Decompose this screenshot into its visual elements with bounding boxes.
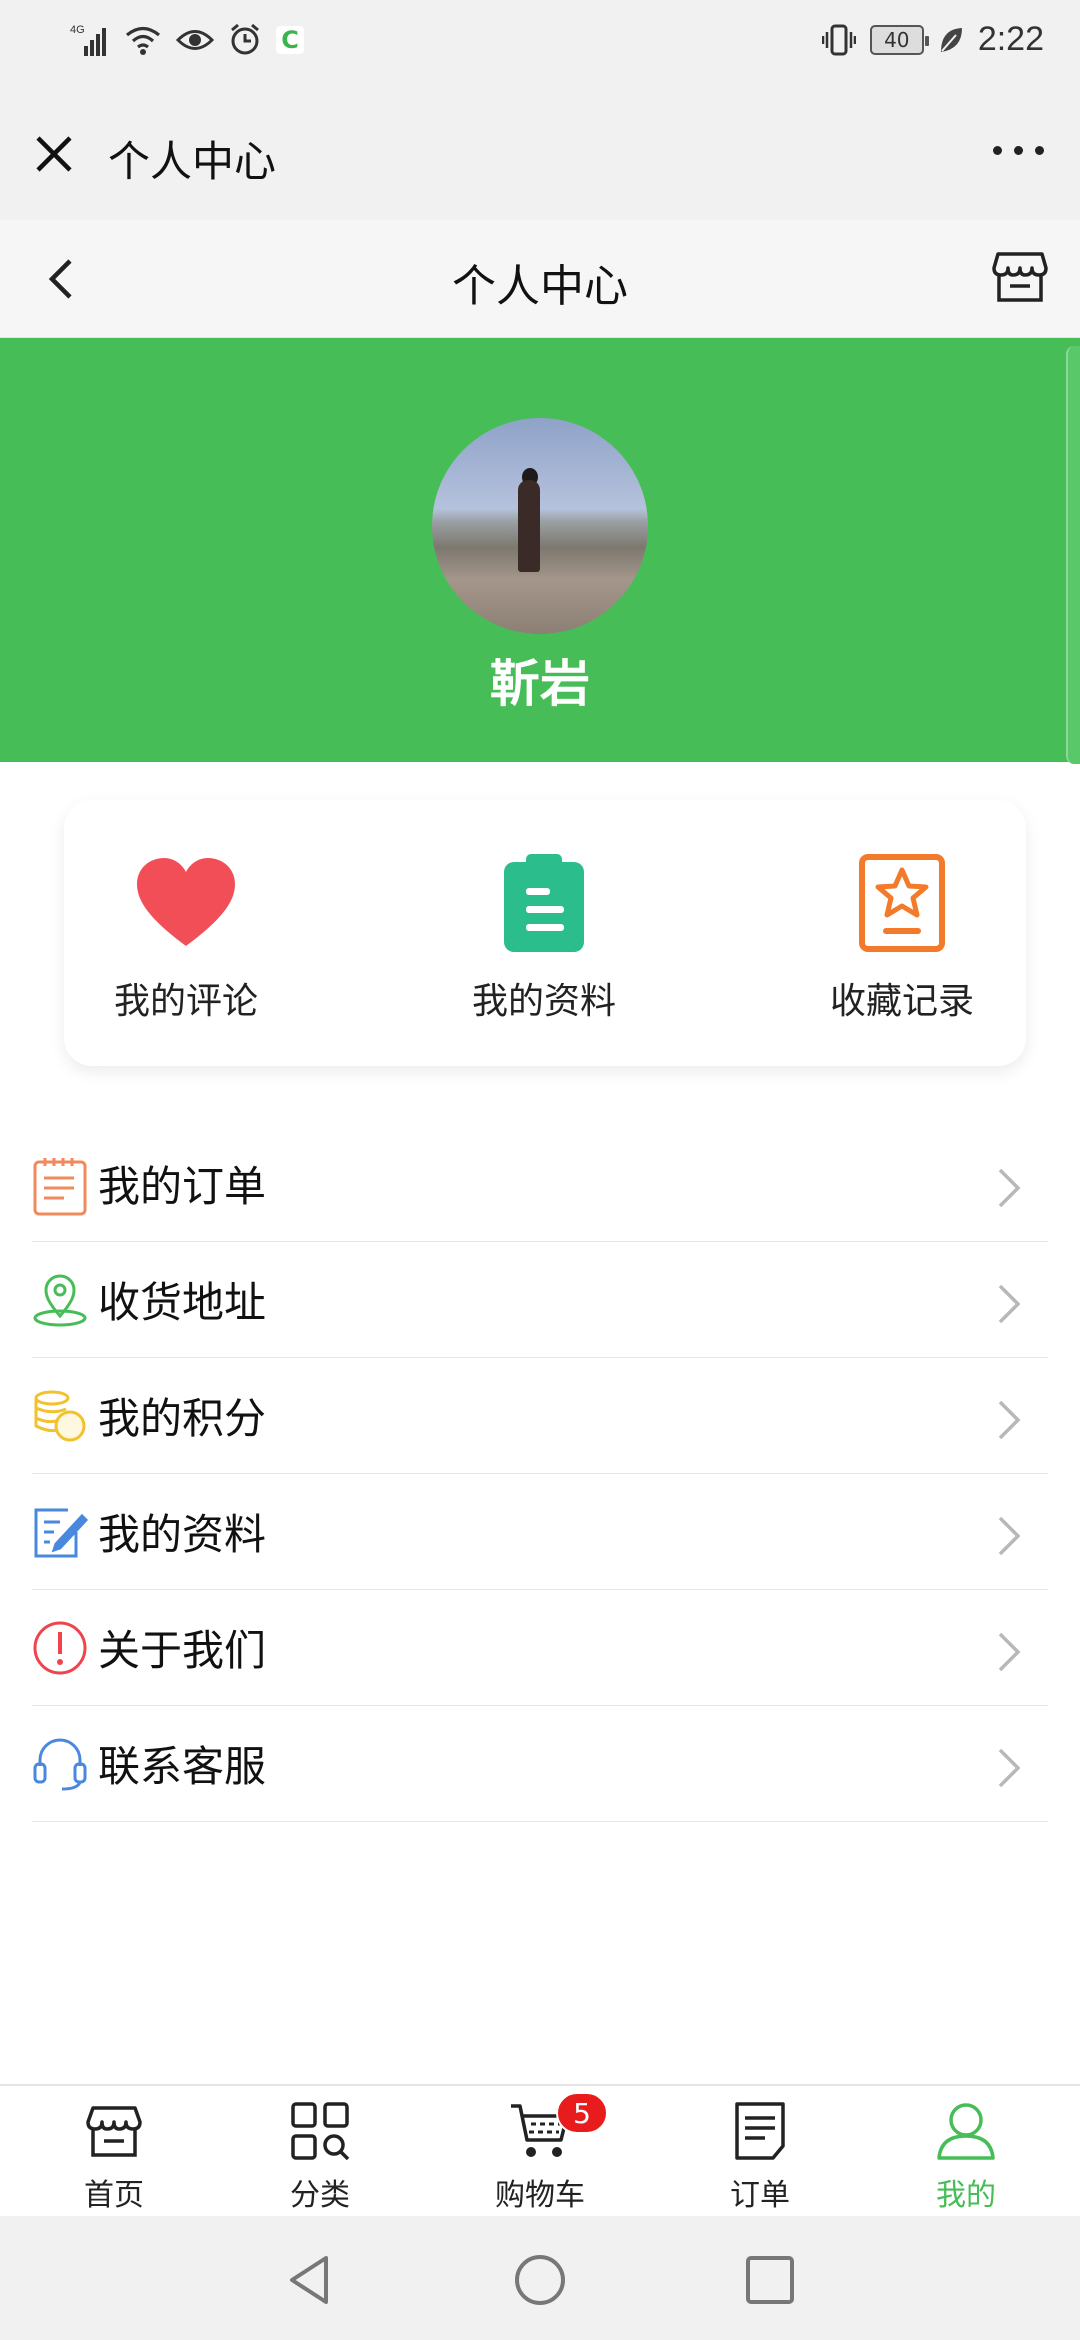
coins-icon (32, 1388, 88, 1444)
tab-label: 订单 (730, 2178, 790, 2213)
clipboard-icon (489, 854, 599, 954)
quick-action-my-reviews[interactable]: 我的评论 (66, 854, 306, 1024)
chevron-right-icon (992, 1746, 1026, 1790)
page-header: 个人中心 (0, 220, 1080, 338)
cart-badge: 5 (556, 2092, 608, 2134)
tab-label: 首页 (84, 2178, 144, 2213)
menu-item-points[interactable]: 我的积分 (32, 1358, 1048, 1474)
headset-icon (32, 1736, 88, 1792)
tab-mine[interactable]: 我的 (886, 2100, 1046, 2214)
menu-item-label: 我的资料 (98, 1510, 267, 1559)
menu-item-orders[interactable]: 我的订单 (32, 1126, 1048, 1242)
menu-item-label: 我的订单 (98, 1162, 267, 1211)
network-type: 4G (70, 24, 85, 36)
chevron-right-icon (992, 1630, 1026, 1674)
menu-item-label: 联系客服 (98, 1742, 267, 1791)
chevron-right-icon (992, 1282, 1026, 1326)
tab-label: 我的 (936, 2178, 996, 2213)
close-icon[interactable] (28, 128, 80, 180)
quick-action-label: 我的评论 (113, 981, 258, 1022)
user-icon (935, 2100, 997, 2162)
signal-icon: 4G (70, 22, 110, 58)
wechat-title: 个人中心 (108, 137, 277, 186)
tab-home[interactable]: 首页 (34, 2100, 194, 2214)
store-icon[interactable] (988, 244, 1052, 308)
app-c-icon: C (276, 26, 304, 54)
star-bookmark-icon (847, 854, 957, 954)
eye-icon (176, 25, 214, 55)
category-grid-icon (289, 2100, 351, 2162)
order-list-icon (32, 1156, 88, 1215)
status-bar: 4G C 40 2:22 (0, 0, 1080, 92)
more-options-icon[interactable] (993, 146, 1044, 155)
nav-recents-icon[interactable] (740, 2250, 800, 2310)
menu-item-label: 关于我们 (98, 1626, 267, 1675)
bottom-tab-bar: 首页 分类 5 购物车 订单 我的 (0, 2084, 1080, 2216)
menu-item-label: 收货地址 (98, 1278, 267, 1327)
scroll-indicator (1066, 346, 1080, 764)
avatar-person (518, 480, 540, 572)
location-pin-icon (32, 1272, 88, 1328)
tab-label: 购物车 (495, 2178, 585, 2213)
page-title: 个人中心 (452, 261, 628, 312)
username: 靳岩 (490, 655, 590, 713)
tab-label: 分类 (290, 2178, 350, 2213)
alarm-icon (228, 23, 262, 57)
tab-category[interactable]: 分类 (240, 2100, 400, 2214)
clock-time: 2:22 (977, 20, 1044, 58)
vibrate-icon (821, 23, 856, 57)
alert-circle-icon (32, 1620, 88, 1676)
status-right: 40 2:22 (821, 20, 1044, 59)
menu-item-support[interactable]: 联系客服 (32, 1706, 1048, 1822)
menu-item-profile[interactable]: 我的资料 (32, 1474, 1048, 1590)
quick-action-my-profile[interactable]: 我的资料 (424, 854, 664, 1024)
wechat-title-bar: 个人中心 (0, 92, 1080, 220)
store-icon (83, 2100, 145, 2162)
system-nav-bar (0, 2216, 1080, 2340)
quick-action-label: 我的资料 (471, 981, 616, 1022)
leaf-icon (938, 25, 964, 55)
nav-home-icon[interactable] (510, 2250, 570, 2310)
chevron-right-icon (992, 1514, 1026, 1558)
nav-back-icon[interactable] (280, 2250, 340, 2310)
order-doc-icon (729, 2100, 791, 2162)
menu-item-about[interactable]: 关于我们 (32, 1590, 1048, 1706)
wifi-icon (124, 24, 162, 56)
quick-action-favorites[interactable]: 收藏记录 (782, 854, 1022, 1024)
menu-item-label: 我的积分 (98, 1394, 267, 1443)
heart-icon (131, 854, 241, 954)
tab-cart[interactable]: 5 购物车 (460, 2092, 620, 2214)
chevron-right-icon (992, 1166, 1026, 1210)
avatar[interactable] (432, 418, 648, 634)
battery-icon: 40 (869, 24, 929, 55)
profile-banner: 靳岩 (0, 338, 1080, 762)
chevron-right-icon (992, 1398, 1026, 1442)
status-left: 4G C (70, 22, 304, 58)
quick-actions-card: 我的评论 我的资料 收藏记录 (64, 800, 1026, 1066)
menu-item-address[interactable]: 收货地址 (32, 1242, 1048, 1358)
menu-list: 我的订单 收货地址 我的积分 我的资料 关于我们 联系客服 (32, 1126, 1048, 1822)
edit-doc-icon (32, 1504, 88, 1560)
tab-orders[interactable]: 订单 (680, 2100, 840, 2214)
quick-action-label: 收藏记录 (829, 981, 974, 1022)
